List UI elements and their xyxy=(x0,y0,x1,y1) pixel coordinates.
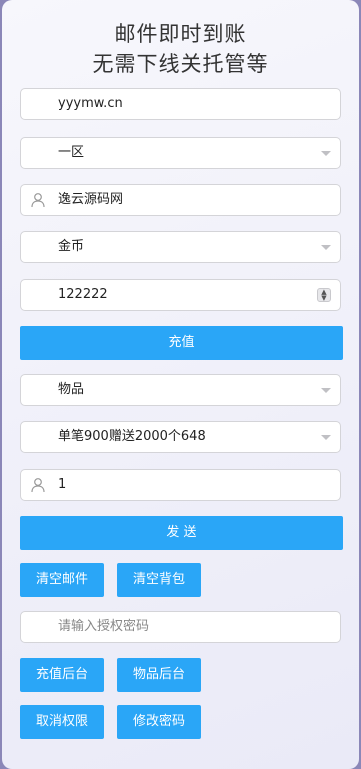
zone-select[interactable]: 一区 xyxy=(20,137,341,169)
chevron-down-icon xyxy=(321,388,331,393)
chevron-down-icon xyxy=(321,151,331,156)
recharge-button[interactable]: 充值 xyxy=(20,326,343,360)
chevron-down-icon xyxy=(321,245,331,250)
clear-bag-button[interactable]: 清空背包 xyxy=(117,563,201,597)
server-url-value: yyymw.cn xyxy=(58,96,123,111)
change-password-button[interactable]: 修改密码 xyxy=(117,705,201,739)
user-icon xyxy=(31,193,45,208)
item-select-value: 单笔900赠送2000个648 xyxy=(58,429,206,444)
revoke-permission-button[interactable]: 取消权限 xyxy=(20,705,104,739)
item-type-select[interactable]: 物品 xyxy=(20,374,341,406)
chevron-down-icon xyxy=(321,435,331,440)
item-type-select-value: 物品 xyxy=(58,382,85,397)
recharge-backend-button[interactable]: 充值后台 xyxy=(20,658,104,692)
item-backend-button[interactable]: 物品后台 xyxy=(117,658,201,692)
page-title-line1: 邮件即时到账 xyxy=(114,22,247,46)
page-title-line2: 无需下线关托管等 xyxy=(92,52,269,76)
quantity-input[interactable]: 1 xyxy=(20,469,341,501)
account-input[interactable]: 逸云源码网 xyxy=(20,184,341,216)
stepper-icon[interactable]: ▲ ▼ xyxy=(317,288,331,302)
currency-select[interactable]: 金币 xyxy=(20,231,341,263)
send-button[interactable]: 发 送 xyxy=(20,516,343,550)
item-select[interactable]: 单笔900赠送2000个648 xyxy=(20,421,341,453)
user-icon xyxy=(31,478,45,493)
server-url-input[interactable]: yyymw.cn xyxy=(20,88,341,120)
currency-select-value: 金币 xyxy=(58,239,85,254)
clear-mail-button[interactable]: 清空邮件 xyxy=(20,563,104,597)
account-value: 逸云源码网 xyxy=(58,192,124,207)
auth-password-placeholder: 请输入授权密码 xyxy=(58,619,150,634)
zone-select-value: 一区 xyxy=(58,145,85,160)
amount-value: 122222 xyxy=(58,287,108,302)
quantity-value: 1 xyxy=(58,477,67,492)
amount-input[interactable]: 122222 ▲ ▼ xyxy=(20,279,341,311)
auth-password-input[interactable]: 请输入授权密码 xyxy=(20,611,341,643)
